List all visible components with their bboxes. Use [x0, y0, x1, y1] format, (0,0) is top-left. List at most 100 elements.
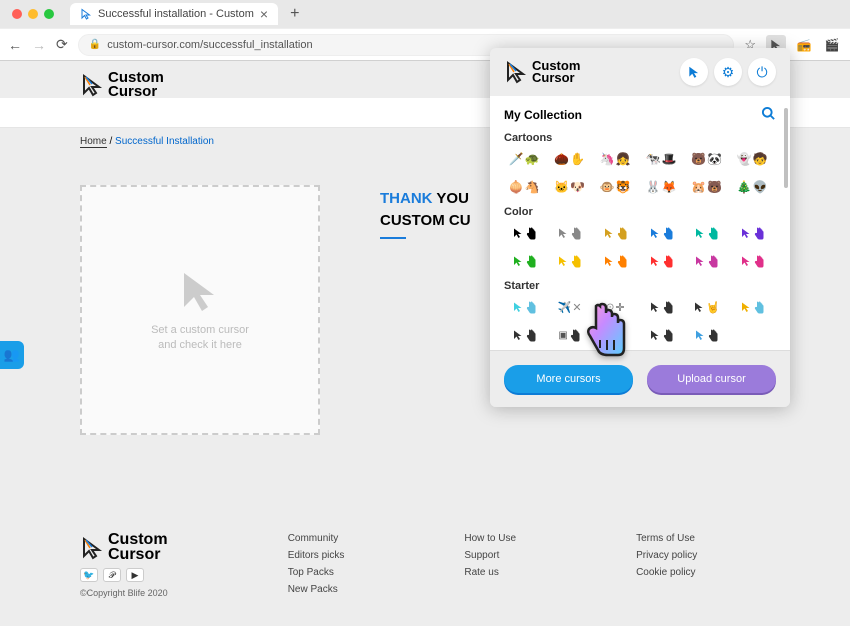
cursor-announce-icon[interactable]	[680, 58, 708, 86]
cursor-pack-item[interactable]: 🤘	[687, 296, 727, 318]
cursor-pack-item[interactable]: ▣	[550, 324, 590, 346]
logo-cursor-icon	[80, 73, 104, 97]
cursor-pack-item[interactable]: ✦	[595, 324, 635, 346]
footer-link[interactable]: Editors picks	[288, 550, 345, 561]
favicon-icon	[80, 8, 92, 20]
cartoons-grid: 🗡️🐢 🌰✋🦄👧 🐄🎩 🐻🐼👻🧒 🧅🐴 🐱🐶🐵🐯 🐰🦊 🐹🐻🎄👽	[504, 148, 776, 198]
footer-col-2: How to Use Support Rate us	[464, 533, 516, 578]
category-starter: Starter	[504, 280, 776, 292]
footer-link[interactable]: How to Use	[464, 533, 516, 544]
forward-button[interactable]: →	[32, 37, 46, 53]
cursor-pack-item[interactable]: 🐱🐶	[550, 176, 590, 198]
cursor-pack-item[interactable]	[504, 222, 544, 244]
cursor-pack-item[interactable]	[687, 324, 727, 346]
logo-text: Custom Cursor	[108, 71, 164, 98]
cursor-pack-item[interactable]	[687, 250, 727, 272]
cursor-pack-item[interactable]: ⊙✛	[595, 296, 635, 318]
cursor-pack-item[interactable]: 🦄👧	[595, 148, 635, 170]
browser-tab[interactable]: Successful installation - Custom ×	[70, 3, 278, 25]
cursor-pack-item[interactable]	[641, 250, 681, 272]
page-footer: CustomCursor 🐦 𝒫 ▶ ©Copyright Blife 2020…	[0, 505, 850, 626]
footer-link[interactable]: Support	[464, 550, 516, 561]
popup-footer: More cursors Upload cursor	[490, 350, 790, 407]
thank-subheading: CUSTOM CU	[380, 212, 471, 229]
power-icon[interactable]: ⏻	[748, 58, 776, 86]
cursor-pack-item[interactable]	[550, 250, 590, 272]
cursor-pack-item[interactable]: 🎄👽	[732, 176, 772, 198]
cursor-pack-item[interactable]	[641, 324, 681, 346]
copyright-text: ©Copyright Blife 2020	[80, 588, 168, 598]
search-icon[interactable]	[761, 106, 776, 124]
breadcrumb-home[interactable]: Home	[80, 136, 107, 148]
cursor-pack-item[interactable]	[732, 296, 772, 318]
footer-link[interactable]: Terms of Use	[636, 533, 697, 544]
cursor-pack-item[interactable]: 🐄🎩	[641, 148, 681, 170]
cursor-pack-item[interactable]	[732, 250, 772, 272]
collection-title: My Collection	[504, 108, 582, 122]
breadcrumb-sep: /	[109, 136, 112, 147]
category-cartoons: Cartoons	[504, 132, 776, 144]
social-links: 🐦 𝒫 ▶	[80, 568, 168, 582]
maximize-window[interactable]	[44, 9, 54, 19]
cursor-pack-item[interactable]	[732, 222, 772, 244]
cursor-pack-item[interactable]: 👻🧒	[732, 148, 772, 170]
footer-link[interactable]: Cookie policy	[636, 567, 697, 578]
cursor-pack-item[interactable]: 🐻🐼	[687, 148, 727, 170]
twitter-icon[interactable]: 🐦	[80, 568, 98, 582]
cursor-pack-item[interactable]	[641, 296, 681, 318]
cursor-pack-item[interactable]: ✈️✕	[550, 296, 590, 318]
breadcrumb-current[interactable]: Successful Installation	[115, 136, 214, 147]
cursor-pack-item[interactable]: 🐰🦊	[641, 176, 681, 198]
cursor-pack-item[interactable]	[504, 250, 544, 272]
more-cursors-button[interactable]: More cursors	[504, 365, 633, 393]
cursor-pack-item[interactable]	[504, 296, 544, 318]
cursor-pack-item[interactable]	[595, 250, 635, 272]
close-window[interactable]	[12, 9, 22, 19]
cursor-pack-item[interactable]	[595, 222, 635, 244]
gear-icon[interactable]: ⚙	[714, 58, 742, 86]
popup-actions: ⚙ ⏻	[680, 58, 776, 86]
cursor-pack-item[interactable]: 🧅🐴	[504, 176, 544, 198]
tab-title: Successful installation - Custom	[98, 8, 254, 20]
back-button[interactable]: ←	[8, 37, 22, 53]
reload-button[interactable]: ⟳	[56, 36, 68, 53]
window-controls	[8, 9, 62, 19]
new-tab-button[interactable]: +	[284, 5, 305, 23]
scrollbar[interactable]	[784, 108, 788, 188]
footer-link[interactable]: Rate us	[464, 567, 516, 578]
cursor-pack-item[interactable]: 🐹🐻	[687, 176, 727, 198]
cursor-placeholder-icon	[176, 267, 224, 315]
collection-panel: My Collection Cartoons 🗡️🐢 🌰✋🦄👧 🐄🎩 🐻🐼👻🧒 🧅🐴 🐱🐶…	[490, 96, 790, 350]
popup-header: CustomCursor ⚙ ⏻	[490, 48, 790, 96]
tab-bar: Successful installation - Custom × +	[0, 0, 850, 28]
popup-logo: CustomCursor	[504, 60, 580, 84]
cursor-pack-item[interactable]	[641, 222, 681, 244]
extension-popup: CustomCursor ⚙ ⏻ My Collection Cartoons …	[490, 48, 790, 407]
cursor-pack-item[interactable]	[550, 222, 590, 244]
pinterest-icon[interactable]: 𝒫	[103, 568, 121, 582]
cursor-pack-item[interactable]: 🗡️🐢	[504, 148, 544, 170]
upload-cursor-button[interactable]: Upload cursor	[647, 365, 776, 393]
url-text: custom-cursor.com/successful_installatio…	[107, 39, 312, 51]
footer-link[interactable]: Top Packs	[288, 567, 345, 578]
cursor-pack-item[interactable]: 🐵🐯	[595, 176, 635, 198]
thank-heading: THANK YOU	[380, 190, 471, 207]
footer-logo[interactable]: CustomCursor	[80, 533, 168, 562]
cursor-pack-item[interactable]	[687, 222, 727, 244]
footer-link[interactable]: Privacy policy	[636, 550, 697, 561]
side-feedback-tab[interactable]: 👥	[0, 341, 24, 369]
cursor-pack-item[interactable]	[504, 324, 544, 346]
footer-link[interactable]: New Packs	[288, 584, 345, 595]
extension-icon-2[interactable]: 🎬	[822, 35, 842, 55]
cursor-box-text: Set a custom cursor and check it here	[151, 323, 249, 354]
cursor-test-area[interactable]: Set a custom cursor and check it here	[80, 185, 320, 435]
close-tab-icon[interactable]: ×	[260, 7, 268, 21]
logo[interactable]: Custom Cursor	[80, 71, 164, 98]
minimize-window[interactable]	[28, 9, 38, 19]
footer-link[interactable]: Community	[288, 533, 345, 544]
youtube-icon[interactable]: ▶	[126, 568, 144, 582]
footer-logo-block: CustomCursor 🐦 𝒫 ▶ ©Copyright Blife 2020	[80, 533, 168, 598]
cursor-pack-item[interactable]: 🌰✋	[550, 148, 590, 170]
people-icon: 👥	[4, 347, 20, 363]
extension-icon[interactable]: 📻	[794, 35, 814, 55]
